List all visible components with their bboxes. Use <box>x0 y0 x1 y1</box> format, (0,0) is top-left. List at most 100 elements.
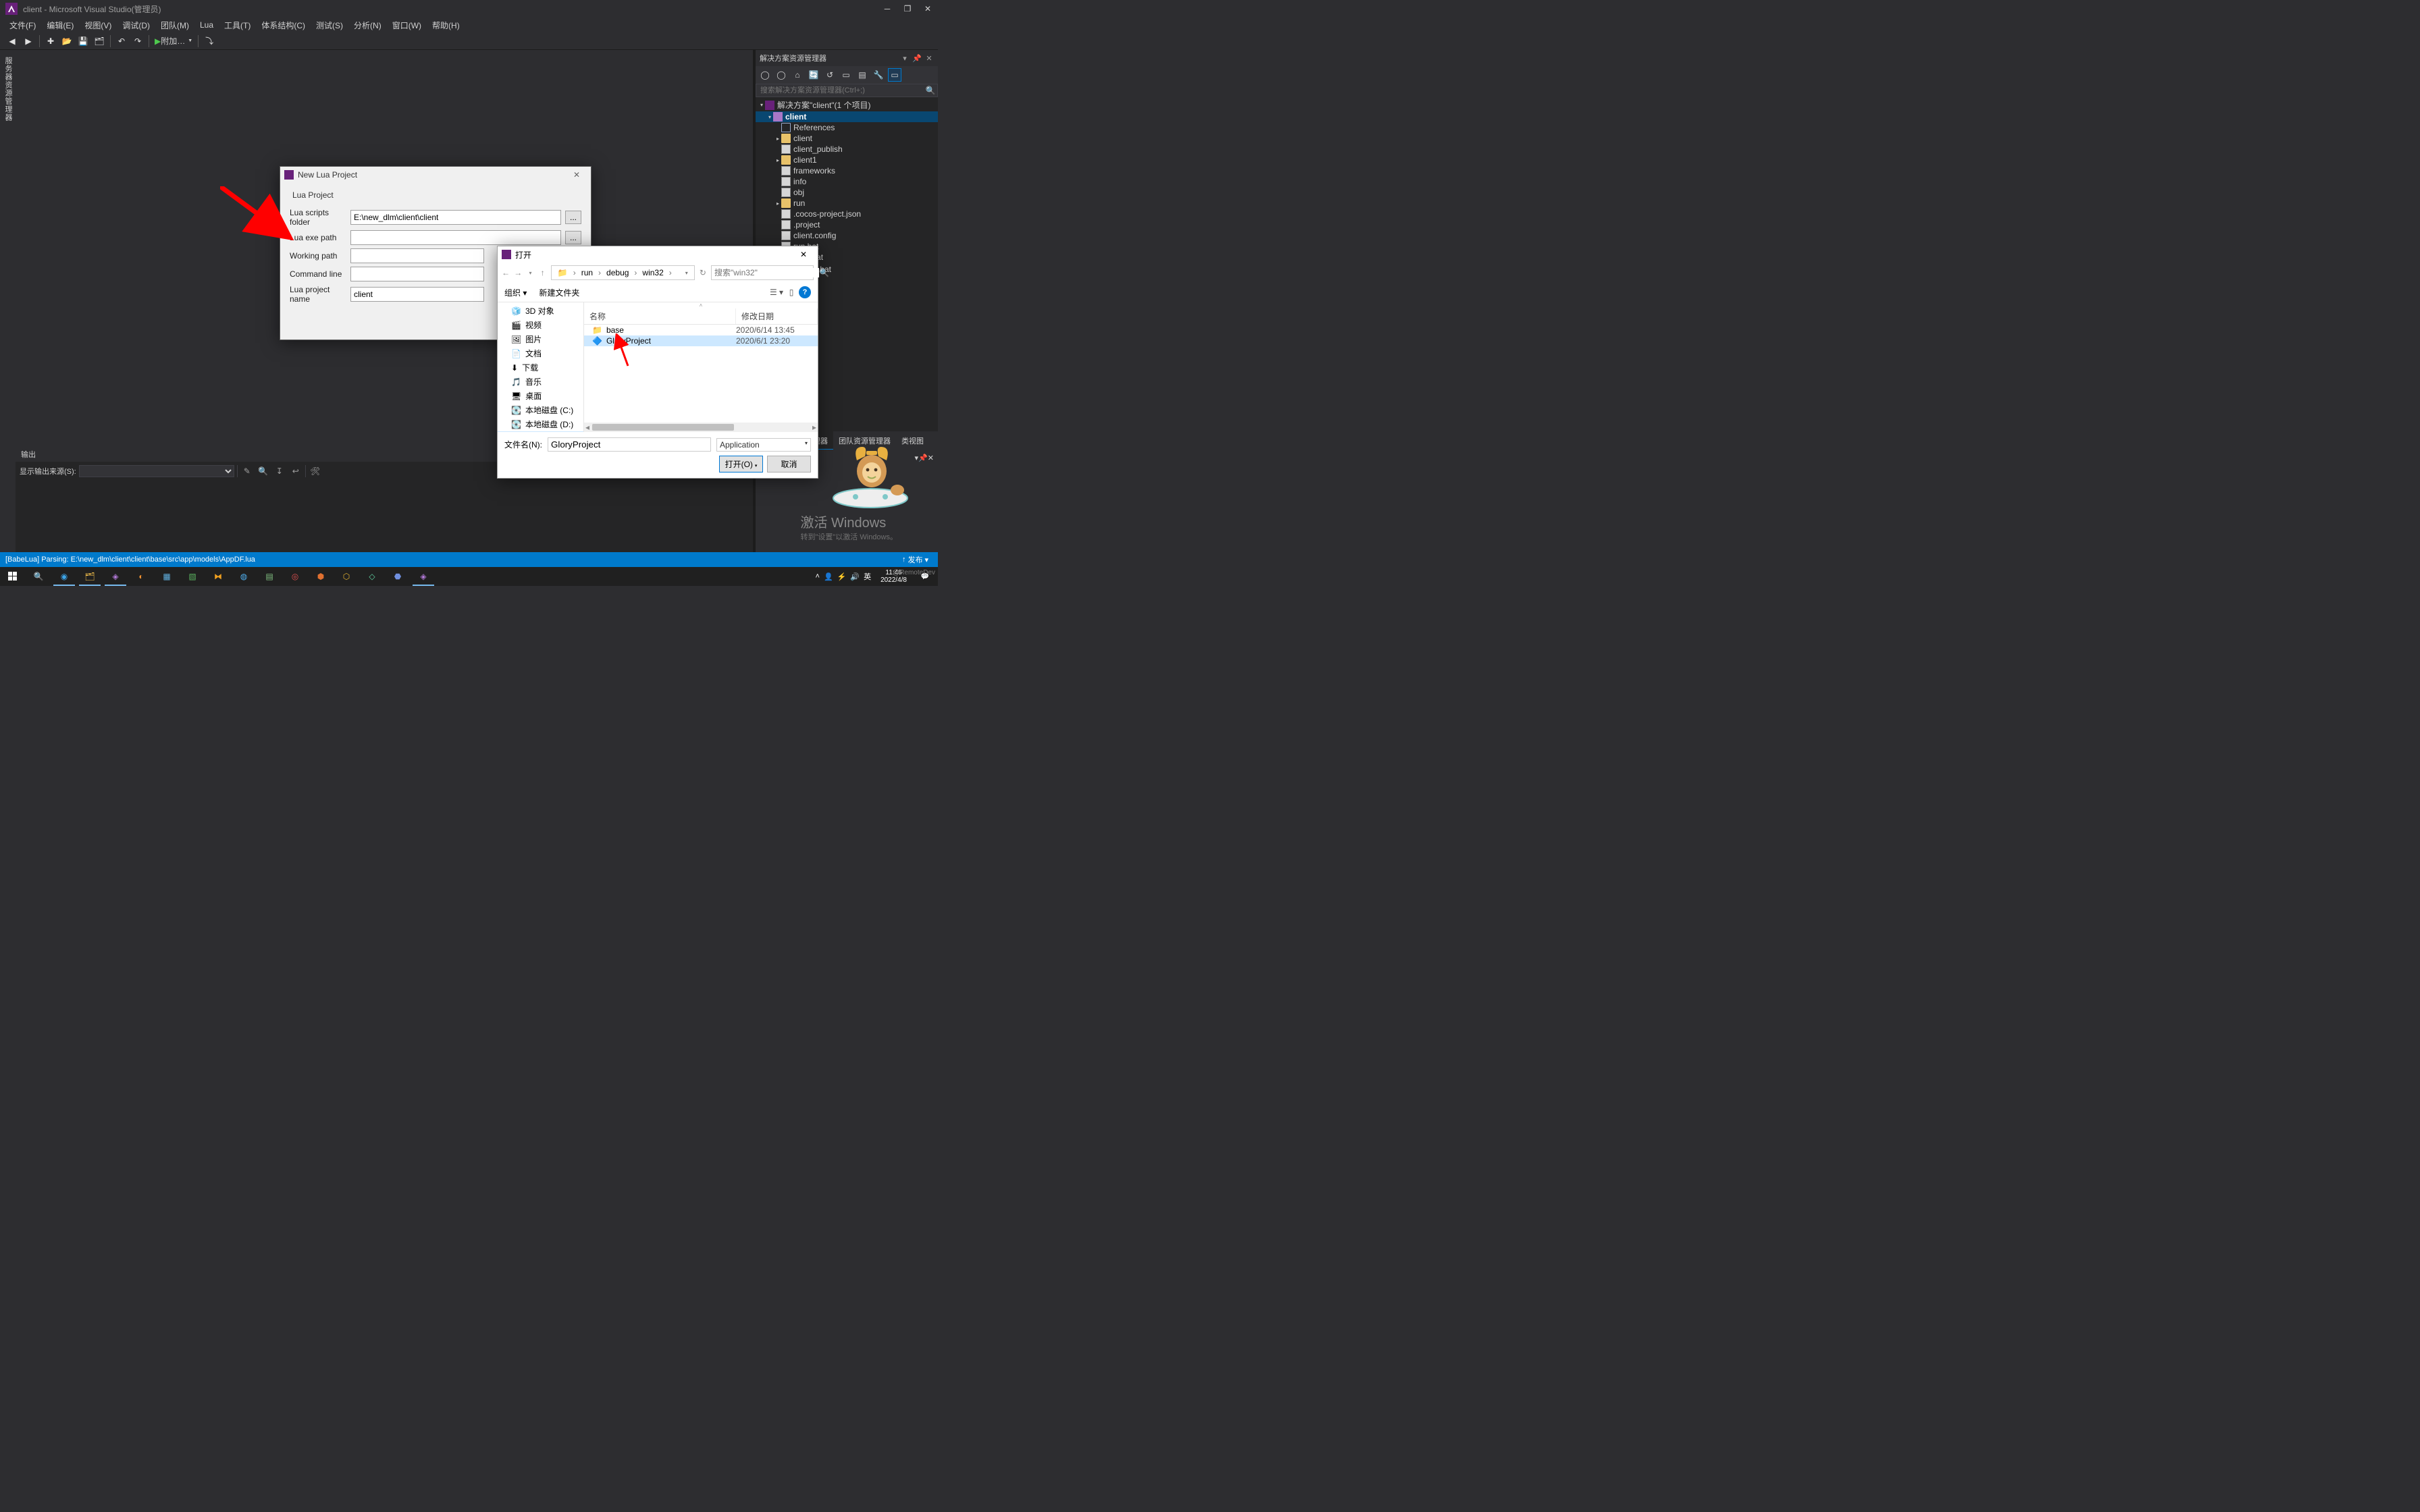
app-icon-10[interactable]: ◇ <box>359 567 385 586</box>
tree-node[interactable]: client.config <box>756 230 938 241</box>
nav-refresh-button[interactable]: ↻ <box>699 265 707 280</box>
output-source-select[interactable] <box>79 465 234 477</box>
nav-back-icon[interactable]: ◀ <box>5 34 19 48</box>
place-item[interactable]: ⬇下载 <box>498 360 583 375</box>
app-icon-5[interactable]: ◍ <box>231 567 257 586</box>
menu-item[interactable]: 测试(S) <box>311 18 348 33</box>
search-icon[interactable]: 🔍 <box>924 84 937 97</box>
scripts-folder-browse-button[interactable]: ... <box>565 211 581 224</box>
tray-battery-icon[interactable]: ⚡ <box>837 572 847 581</box>
solution-search-input[interactable] <box>756 84 924 97</box>
redo-icon[interactable]: ↷ <box>131 34 144 48</box>
bottom-tab[interactable]: 团队资源管理器 <box>833 431 896 450</box>
col-date[interactable]: 修改日期 <box>736 308 818 324</box>
pane-pin-icon[interactable]: 📌 <box>912 53 922 63</box>
tree-node[interactable]: obj <box>756 187 938 198</box>
refresh-icon[interactable]: ↺ <box>823 68 837 82</box>
output-wrap-icon[interactable]: ↩ <box>289 464 302 478</box>
bottom-tab[interactable]: 类视图 <box>896 431 929 450</box>
maximize-button[interactable]: ❐ <box>897 0 918 18</box>
preview-icon[interactable]: ▭ <box>888 68 901 82</box>
new-folder-button[interactable]: 新建文件夹 <box>539 287 579 298</box>
nav-up-button[interactable]: ↑ <box>539 265 547 280</box>
tree-node[interactable]: ▾解决方案"client"(1 个项目) <box>756 99 938 111</box>
app-icon-4[interactable]: ⧓ <box>205 567 231 586</box>
tray-chevron-icon[interactable]: ˄ <box>816 572 820 580</box>
menu-item[interactable]: 团队(M) <box>155 18 194 33</box>
output-clear-icon[interactable]: ✎ <box>240 464 254 478</box>
showall-icon[interactable]: ▤ <box>856 68 869 82</box>
pane-dropdown-icon[interactable]: ▾ <box>900 53 910 63</box>
crumb-run[interactable]: run <box>578 267 596 279</box>
horizontal-scrollbar[interactable]: ◂ ▸ <box>584 423 818 432</box>
menu-item[interactable]: 工具(T) <box>219 18 256 33</box>
menu-item[interactable]: 调试(D) <box>117 18 155 33</box>
output-body[interactable] <box>16 481 753 554</box>
home-icon[interactable]: ⌂ <box>791 68 804 82</box>
explorer-icon[interactable]: 🗂 <box>77 567 103 586</box>
app-icon-8[interactable]: ⬢ <box>308 567 334 586</box>
undo-icon[interactable]: ↶ <box>115 34 128 48</box>
tree-node[interactable]: client_publish <box>756 144 938 155</box>
output-find-icon[interactable]: 🔍 <box>257 464 270 478</box>
file-row[interactable]: 🔷GloryProject2020/6/1 23:20 <box>584 335 818 346</box>
working-path-input[interactable] <box>350 248 484 263</box>
step-icon[interactable]: ⤵ <box>203 34 216 48</box>
edge-icon[interactable]: ◉ <box>51 567 77 586</box>
new-project-icon[interactable]: ✚ <box>44 34 57 48</box>
pane-close-icon[interactable]: ✕ <box>924 53 934 63</box>
vs-running-icon[interactable]: ◈ <box>411 567 436 586</box>
app-icon-6[interactable]: ▤ <box>257 567 282 586</box>
menu-item[interactable]: 分析(N) <box>348 18 387 33</box>
minimize-button[interactable]: ─ <box>877 0 897 18</box>
tree-node[interactable]: References <box>756 122 938 133</box>
save-icon[interactable]: 💾 <box>76 34 90 48</box>
solution-search[interactable]: 🔍 <box>756 84 938 97</box>
properties-icon[interactable]: 🔧 <box>872 68 885 82</box>
breadcrumb[interactable]: 📁 › run› debug› win32› ▾ <box>551 265 695 280</box>
preview-pane-icon[interactable]: ▯ <box>784 288 799 297</box>
sync-icon[interactable]: 🔄 <box>807 68 820 82</box>
team-pin-icon[interactable]: 📌 <box>918 454 928 462</box>
menu-item[interactable]: 编辑(E) <box>41 18 79 33</box>
places-sidebar[interactable]: 🧊3D 对象🎬视频🖼图片📄文档⬇下载🎵音乐🖥桌面💽本地磁盘 (C:)💽本地磁盘 … <box>498 302 584 432</box>
attach-button[interactable]: ▶ 附加… ▼ <box>152 34 195 48</box>
place-item[interactable]: 🖥桌面 <box>498 389 583 403</box>
dialog-close-button[interactable]: ✕ <box>567 168 587 182</box>
file-search[interactable]: 🔍 <box>711 265 814 280</box>
save-all-icon[interactable]: 🗂 <box>93 34 106 48</box>
publish-button[interactable]: ↑ 发布 ▾ <box>898 553 932 566</box>
scripts-folder-input[interactable] <box>350 210 561 225</box>
cmdline-input[interactable] <box>350 267 484 281</box>
file-dialog-close-button[interactable]: ✕ <box>793 248 814 261</box>
organize-menu[interactable]: 组织 ▾ <box>504 287 527 298</box>
fwd-icon[interactable]: ◯ <box>774 68 788 82</box>
app-icon-2[interactable]: ▦ <box>154 567 180 586</box>
tray-people-icon[interactable]: 👤 <box>824 572 833 581</box>
file-filter-select[interactable]: Application ▾ <box>716 438 811 452</box>
menu-item[interactable]: 文件(F) <box>4 18 41 33</box>
app-icon-1[interactable]: ◐ <box>128 567 154 586</box>
exe-path-browse-button[interactable]: ... <box>565 231 581 244</box>
place-item[interactable]: 💽本地磁盘 (D:) <box>498 417 583 431</box>
tree-node[interactable]: .cocos-project.json <box>756 209 938 219</box>
cancel-button[interactable]: 取消 <box>767 456 811 473</box>
app-icon-9[interactable]: ⬡ <box>334 567 359 586</box>
side-tab[interactable]: 服务器资源管理器 <box>1 53 15 554</box>
menu-item[interactable]: 窗口(W) <box>387 18 427 33</box>
output-toggle-icon[interactable]: ↧ <box>273 464 286 478</box>
nav-recent-button[interactable]: ▾ <box>526 265 534 280</box>
file-search-input[interactable] <box>714 268 819 277</box>
app-icon-7[interactable]: ◎ <box>282 567 308 586</box>
vs-icon[interactable]: ◈ <box>103 567 128 586</box>
place-item[interactable]: 🧊3D 对象 <box>498 304 583 318</box>
view-menu-icon[interactable]: ☰ ▾ <box>769 288 784 297</box>
crumb-debug[interactable]: debug <box>603 267 632 279</box>
side-tab[interactable]: 工具箱 <box>0 53 1 554</box>
tree-node[interactable]: info <box>756 176 938 187</box>
file-row[interactable]: 📁base2020/6/14 13:45 <box>584 325 818 335</box>
app-icon-3[interactable]: ▧ <box>180 567 205 586</box>
crumb-win32[interactable]: win32 <box>639 267 666 279</box>
tree-node[interactable]: ▸client <box>756 133 938 144</box>
nav-fwd-icon[interactable]: ▶ <box>22 34 35 48</box>
